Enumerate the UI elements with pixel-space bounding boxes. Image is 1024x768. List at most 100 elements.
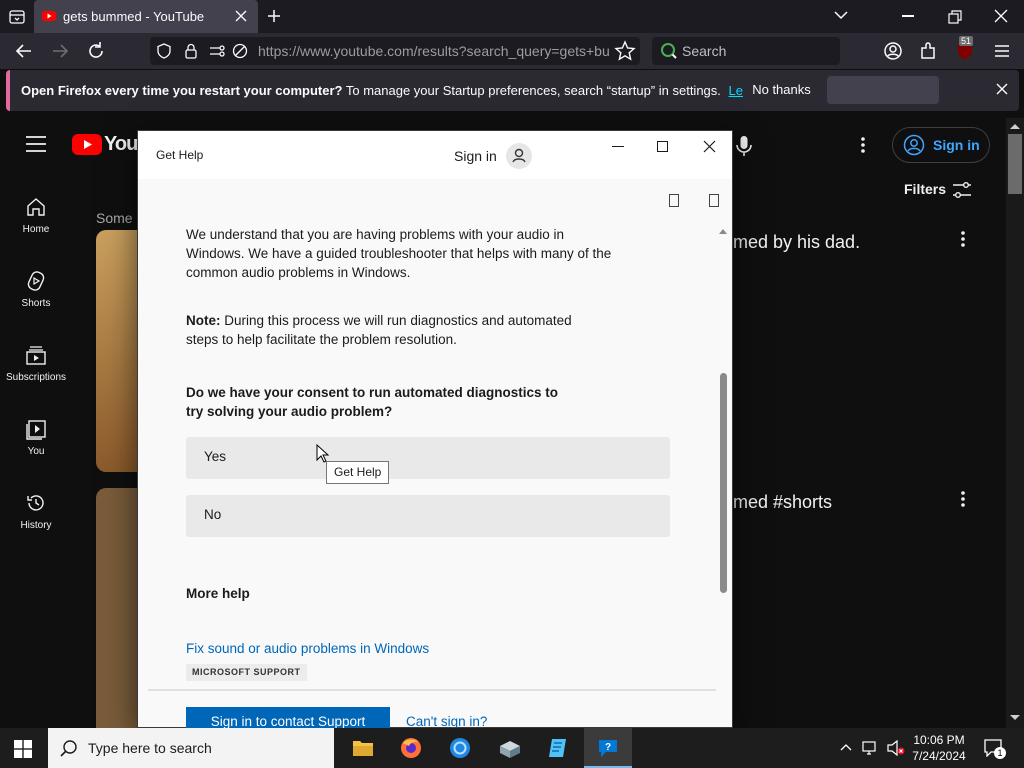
scroll-up-arrow-icon[interactable] [1009,122,1021,130]
volume-muted-icon[interactable] [886,740,906,756]
no-button[interactable]: No [186,495,670,537]
more-help-heading: More help [186,586,250,601]
nav-history[interactable]: History [0,492,72,531]
notepad-app-icon[interactable] [547,737,569,759]
intro-text: We understand that you are having proble… [186,227,612,280]
settings-more-icon[interactable] [860,136,866,154]
search-icon [60,739,78,757]
you-icon [25,418,47,440]
youtube-sign-in-label: Sign in [933,137,980,153]
history-icon [25,492,47,514]
new-tab-icon[interactable] [266,8,282,24]
video-thumbnail[interactable] [96,488,138,728]
list-all-tabs-icon[interactable] [8,8,26,26]
cant-sign-in-link[interactable]: Can't sign in? [406,714,487,729]
get-help-sign-in-label: Sign in [454,148,497,164]
tab-youtube[interactable]: gets bummed - YouTube [34,0,258,33]
nav-home[interactable]: Home [0,196,72,235]
bookmark-star-icon[interactable] [614,40,638,64]
url-bar[interactable]: https://www.youtube.com/results?search_q… [150,37,640,65]
share-icon[interactable] [709,194,719,207]
search-placeholder: Search [682,43,727,59]
get-help-taskbar-button[interactable]: ? [584,728,632,768]
network-icon[interactable] [862,740,880,756]
get-help-icon: ? [597,737,619,759]
show-hidden-icons-chevron-icon[interactable] [840,743,852,753]
feedback-icon[interactable] [669,194,679,207]
no-thanks-button[interactable]: No thanks [743,76,820,104]
video-title[interactable]: med #shorts [733,492,832,513]
no-label: No [204,507,222,522]
minimize-icon[interactable] [612,146,624,147]
nav-you[interactable]: You [0,418,72,457]
tab-title: gets bummed - YouTube [63,9,205,24]
extensions-icon[interactable] [917,39,941,63]
person-icon [506,143,532,169]
youtube-sign-in-button[interactable]: Sign in [892,127,990,163]
windows-start-icon[interactable] [14,740,32,758]
ublock-extension-icon[interactable]: 51 [953,36,977,63]
system-clock[interactable]: 10:06 PM 7/24/2024 [910,732,968,764]
installer-app-icon[interactable] [498,738,522,758]
yes-label: Yes [204,449,227,464]
forward-icon[interactable] [48,39,72,63]
file-explorer-icon[interactable] [352,738,374,758]
maximize-icon[interactable] [657,141,668,152]
tracking-protection-shield-icon[interactable] [156,43,172,59]
action-center-icon[interactable]: 1 [984,739,1006,759]
scroll-up-arrow-icon[interactable] [718,227,728,235]
lock-icon[interactable] [184,43,198,59]
close-icon[interactable] [703,140,716,153]
nav-shorts[interactable]: Shorts [0,270,72,309]
shorts-icon [25,270,47,292]
fix-sound-link[interactable]: Fix sound or audio problems in Windows [186,639,429,658]
nav-label: You [27,446,45,457]
page-scrollbar-thumb[interactable] [1008,134,1022,194]
close-window-icon[interactable] [994,9,1008,23]
video-thumbnail[interactable] [96,230,138,472]
set-startup-button[interactable] [827,76,939,104]
firefox-icon[interactable] [400,737,422,759]
autoplay-blocked-icon[interactable] [232,43,248,59]
close-tab-icon[interactable] [234,9,248,23]
reload-icon[interactable] [84,39,108,63]
guide-menu-icon[interactable] [26,136,46,152]
page-scrollbar[interactable] [1006,118,1024,728]
yes-button[interactable]: Yes [186,437,670,479]
close-notification-icon[interactable] [996,83,1008,95]
browser-app-icon[interactable] [449,737,471,759]
search-engine-icon[interactable] [660,42,678,60]
filters-icon[interactable] [952,181,972,199]
navigation-toolbar: https://www.youtube.com/results?search_q… [0,33,1024,69]
nav-subscriptions[interactable]: Subscriptions [0,344,72,383]
content-scrollbar-thumb[interactable] [720,373,727,593]
get-help-titlebar: Get Help Sign in [138,131,732,179]
subscriptions-icon [25,344,47,366]
permissions-icon[interactable] [208,43,226,59]
youtube-logo-icon[interactable] [72,134,102,155]
account-icon[interactable] [881,39,905,63]
video-more-icon[interactable] [960,490,966,508]
scroll-down-arrow-icon[interactable] [1009,714,1021,722]
home-icon [25,196,47,218]
taskbar-search-placeholder: Type here to search [88,740,212,756]
taskbar-search-box[interactable]: Type here to search [48,728,334,768]
youtube-favicon-icon [42,9,56,23]
notification-text: To manage your Startup preferences, sear… [345,83,721,98]
video-title[interactable]: med by his dad. [733,232,860,253]
voice-search-icon[interactable] [732,134,756,158]
search-bar[interactable]: Search [652,37,840,65]
restore-icon[interactable] [948,10,962,24]
extension-badge: 51 [959,36,974,46]
note-text: Note: During this process we will run di… [186,311,606,349]
minimize-icon[interactable] [902,15,914,17]
tab-list-chevron-icon[interactable] [834,10,848,22]
source-badge: MICROSOFT SUPPORT [186,664,307,681]
filters-button[interactable]: Filters [904,181,946,197]
hamburger-menu-icon[interactable] [990,39,1014,63]
note-label: Note: [186,313,221,328]
back-icon[interactable] [12,39,36,63]
video-more-icon[interactable] [960,230,966,248]
clock-date: 7/24/2024 [912,749,966,763]
filters-label: Filters [904,181,947,197]
